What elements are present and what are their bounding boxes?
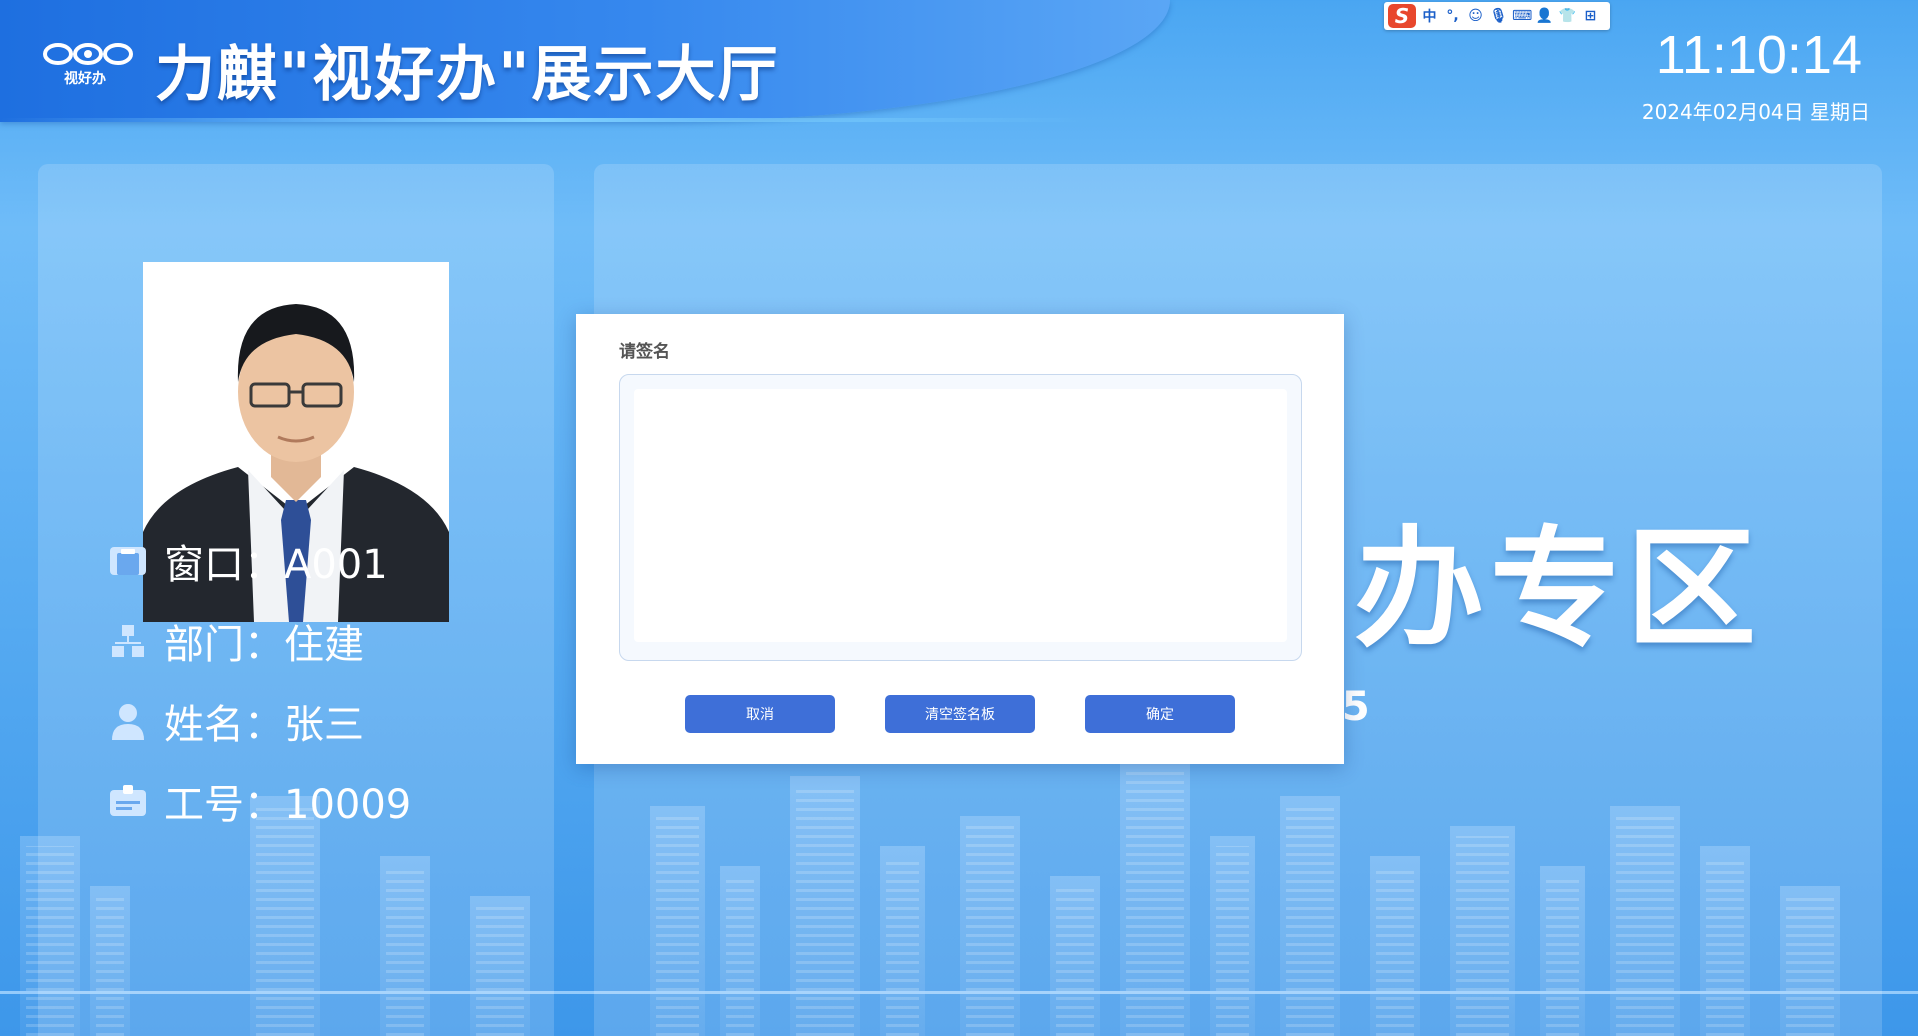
staff-info-panel: 窗口：A001 部门：住建 姓名：张三 工号：10009	[38, 164, 554, 1036]
info-name-row: 姓名：张三	[108, 692, 364, 750]
signature-canvas[interactable]	[634, 389, 1287, 642]
clear-signature-button[interactable]: 清空签名板	[885, 695, 1035, 733]
info-department-row: 部门：住建	[108, 612, 364, 670]
microphone-icon[interactable]: 🎙	[1489, 8, 1508, 24]
skin-icon[interactable]: 👕	[1558, 8, 1577, 24]
dialog-title: 请签名	[619, 342, 670, 362]
ime-chinese-mode[interactable]: 中	[1420, 6, 1439, 26]
keyboard-icon[interactable]: ⌨	[1512, 8, 1532, 24]
cancel-button[interactable]: 取消	[685, 695, 835, 733]
info-employee-id-row: 工号：10009	[108, 772, 411, 830]
person-icon	[108, 701, 148, 741]
info-window-row: 窗口：A001	[108, 532, 388, 590]
ime-punctuation[interactable]: °,	[1443, 8, 1462, 24]
confirm-button[interactable]: 确定	[1085, 695, 1235, 733]
zone-title: 办专区	[1354, 513, 1763, 665]
header-banner: 视好办 力麒"视好办"展示大厅	[0, 0, 1170, 122]
employee-id-label: 工号：10009	[164, 782, 412, 828]
clock-date: 2024年02月04日 星期日	[1641, 100, 1870, 124]
sogou-logo-icon[interactable]: S	[1388, 4, 1416, 28]
apps-icon[interactable]: ⊞	[1581, 8, 1600, 24]
window-label: 窗口：A001	[164, 542, 388, 588]
org-chart-icon	[108, 621, 148, 661]
window-icon	[108, 541, 148, 581]
signature-pad[interactable]	[619, 374, 1302, 661]
signature-dialog: 请签名 取消 清空签名板 确定	[576, 314, 1344, 764]
user-icon[interactable]: 👤	[1535, 8, 1554, 24]
name-label: 姓名：张三	[164, 702, 364, 748]
ime-toolbar[interactable]: S 中 °, ☺ 🎙 ⌨ 👤 👕 ⊞	[1384, 2, 1610, 30]
page-title: 力麒"视好办"展示大厅	[155, 40, 780, 110]
clock-time: 11:10:14	[1655, 25, 1862, 85]
logo-text: 视好办	[64, 71, 106, 87]
id-badge-icon	[108, 781, 148, 821]
emoji-icon[interactable]: ☺	[1466, 8, 1485, 24]
department-label: 部门：住建	[164, 622, 364, 668]
